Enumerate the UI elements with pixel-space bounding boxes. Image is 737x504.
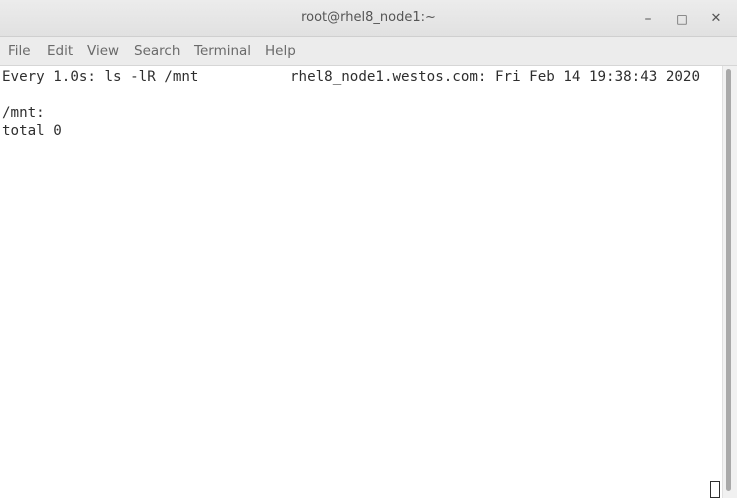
menu-edit[interactable]: Edit [47, 43, 73, 59]
terminal-window: root@rhel8_node1:~ – □ ✕ File Edit View … [0, 0, 737, 504]
watch-header-host-time: rhel8_node1.westos.com: Fri Feb 14 19:38… [290, 69, 700, 85]
output-line: total 0 [2, 123, 62, 139]
bottom-edge [0, 498, 737, 504]
menu-search[interactable]: Search [134, 43, 180, 59]
watch-header-command: Every 1.0s: ls -lR /mnt [2, 69, 199, 85]
terminal-output[interactable]: Every 1.0s: ls -lR /mnt rhel8_node1.west… [0, 66, 722, 504]
close-icon[interactable]: ✕ [706, 9, 726, 29]
output-line: /mnt: [2, 105, 45, 121]
menu-file[interactable]: File [8, 43, 31, 59]
vertical-scrollbar[interactable] [722, 66, 737, 504]
menu-help[interactable]: Help [265, 43, 296, 59]
menu-terminal[interactable]: Terminal [194, 43, 251, 59]
minimize-icon[interactable]: – [638, 9, 658, 29]
menu-bar: File Edit View Search Terminal Help [0, 37, 737, 66]
scrollbar-thumb[interactable] [726, 69, 731, 491]
window-title: root@rhel8_node1:~ [301, 10, 436, 25]
terminal-cursor [710, 481, 720, 498]
menu-view[interactable]: View [87, 43, 119, 59]
maximize-icon[interactable]: □ [672, 9, 692, 29]
title-bar[interactable]: root@rhel8_node1:~ – □ ✕ [0, 0, 737, 37]
